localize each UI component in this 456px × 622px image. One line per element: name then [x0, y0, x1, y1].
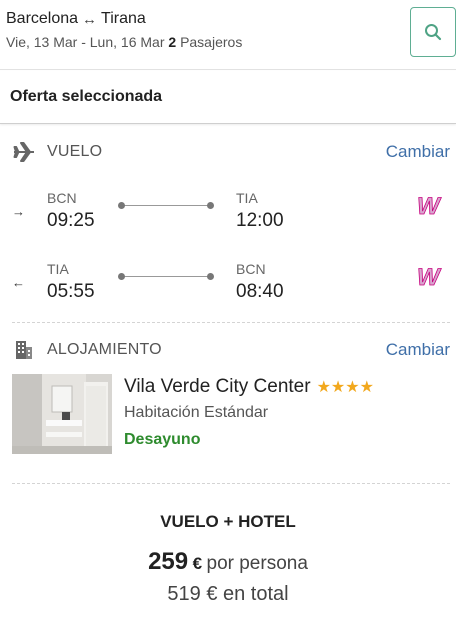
return-arrow-icon: ← — [12, 275, 25, 290]
airplane-icon — [12, 140, 36, 164]
package-title: VUELO + HOTEL — [160, 512, 296, 531]
passengers-label: Pasajeros — [180, 34, 243, 50]
room-type: Habitación Estándar — [124, 404, 269, 421]
route: Barcelona ↔ Tirana — [6, 10, 146, 28]
hotel-name: Vila Verde City Center ★★★★ — [124, 376, 374, 398]
accommodation-section-label: ALOJAMIENTO — [47, 341, 162, 358]
travel-dates: Vie, 13 Mar - Lun, 16 Mar 2 Pasajeros — [6, 34, 242, 50]
destination-city: Tirana — [101, 10, 146, 27]
building-icon — [12, 338, 36, 362]
wizz-air-logo: W — [417, 264, 443, 291]
svg-text:W: W — [417, 264, 442, 291]
arrival-time: 08:40 — [236, 281, 284, 302]
outbound-arrow-icon: → — [12, 204, 25, 219]
outbound-flight-leg: → BCN 09:25 TIA 12:00 W — [0, 188, 456, 238]
origin-city: Barcelona — [6, 10, 79, 27]
departure-airport: BCN — [47, 190, 77, 206]
change-hotel-link[interactable]: Cambiar — [386, 340, 450, 360]
flight-route-line — [118, 202, 214, 210]
section-divider — [12, 322, 450, 323]
hotel-name-text[interactable]: Vila Verde City Center — [124, 376, 311, 398]
arrival-time: 12:00 — [236, 210, 284, 231]
price-per-person: 259 € por persona — [0, 548, 456, 576]
board-type: Desayuno — [124, 431, 201, 448]
selected-offer-bar: Oferta seleccionada — [0, 71, 456, 124]
swap-arrows-icon: ↔ — [82, 10, 98, 28]
wizz-air-logo: W — [417, 193, 443, 220]
section-divider — [12, 483, 450, 484]
search-icon — [425, 24, 442, 41]
date-range: Vie, 13 Mar - Lun, 16 Mar — [6, 34, 165, 50]
total-price: 519 € en total — [167, 583, 289, 605]
svg-text:W: W — [417, 193, 442, 220]
change-flight-link[interactable]: Cambiar — [386, 142, 450, 162]
flight-section-label: VUELO — [47, 143, 103, 160]
accommodation-section-header: ALOJAMIENTO Cambiar — [12, 338, 450, 362]
hotel-room-photo[interactable] — [12, 374, 112, 454]
passenger-count: 2 — [168, 34, 177, 50]
departure-time: 09:25 — [47, 210, 95, 231]
price-amount: 259 — [148, 548, 189, 575]
departure-airport: TIA — [47, 261, 69, 277]
offer-title: Oferta seleccionada — [10, 88, 163, 105]
star-rating: ★★★★ — [316, 379, 374, 396]
departure-time: 05:55 — [47, 281, 95, 302]
price-currency: € — [192, 554, 203, 573]
flight-route-line — [118, 273, 214, 281]
per-person-label: por persona — [206, 553, 308, 574]
flight-section-header: VUELO Cambiar — [12, 140, 450, 164]
search-button[interactable] — [410, 7, 456, 57]
return-flight-leg: ← TIA 05:55 BCN 08:40 W — [0, 259, 456, 309]
search-summary-header: Barcelona ↔ Tirana Vie, 13 Mar - Lun, 16… — [0, 0, 456, 70]
arrival-airport: TIA — [236, 190, 258, 206]
arrival-airport: BCN — [236, 261, 266, 277]
